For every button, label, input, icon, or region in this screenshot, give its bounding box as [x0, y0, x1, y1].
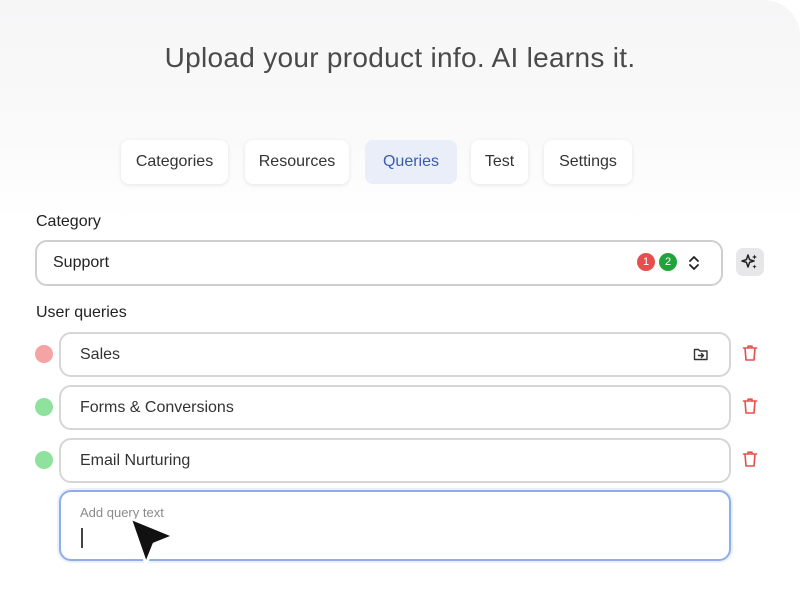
tab-settings[interactable]: Settings	[544, 140, 632, 184]
query-status-dot	[35, 398, 53, 416]
success-count-badge: 2	[659, 253, 677, 271]
trash-icon	[742, 451, 758, 467]
tab-resources[interactable]: Resources	[245, 140, 349, 184]
mouse-pointer-icon	[120, 512, 180, 573]
category-label: Category	[36, 213, 101, 230]
query-status-dot	[35, 345, 53, 363]
category-select[interactable]: Support 1 2	[35, 240, 723, 286]
query-item-forms-conversions[interactable]: Forms & Conversions	[59, 385, 731, 430]
query-item-sales[interactable]: Sales	[59, 332, 731, 377]
delete-query-button[interactable]	[742, 450, 758, 468]
query-text: Sales	[80, 346, 121, 363]
error-count-badge: 1	[637, 253, 655, 271]
query-text: Forms & Conversions	[80, 399, 234, 416]
query-text: Email Nurturing	[80, 452, 191, 469]
delete-query-button[interactable]	[742, 397, 758, 415]
sparkles-icon	[741, 254, 757, 269]
query-item-email-nurturing[interactable]: Email Nurturing	[59, 438, 731, 483]
ai-generate-button[interactable]	[736, 248, 764, 276]
tab-test[interactable]: Test	[471, 140, 528, 184]
chevron-up-down-icon	[687, 254, 701, 272]
delete-query-button[interactable]	[742, 344, 758, 362]
category-selected-value: Support	[53, 254, 110, 271]
page-headline: Upload your product info. AI learns it.	[164, 42, 636, 73]
text-caret	[81, 528, 83, 548]
query-status-dot	[35, 451, 53, 469]
app-card: Upload your product info. AI learns it. …	[0, 0, 800, 612]
trash-icon	[742, 398, 758, 414]
trash-icon	[742, 345, 758, 361]
tab-queries[interactable]: Queries	[365, 140, 457, 184]
tab-categories[interactable]: Categories	[121, 140, 228, 184]
user-queries-label: User queries	[36, 304, 127, 321]
folder-move-icon[interactable]	[693, 346, 709, 367]
